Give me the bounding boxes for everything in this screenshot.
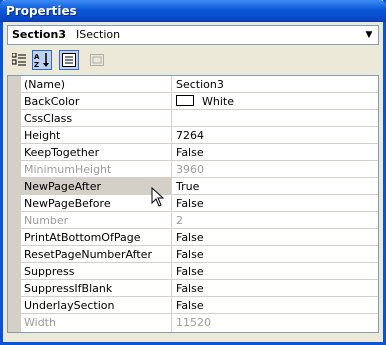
property-pages-button[interactable] <box>87 50 107 70</box>
property-value: 3960 <box>176 163 204 176</box>
properties-button[interactable] <box>59 50 79 70</box>
property-row-backcolor[interactable]: BackColor White <box>21 93 378 110</box>
property-row-height[interactable]: Height 7264 <box>21 127 378 144</box>
color-swatch <box>176 95 194 106</box>
property-value: 11520 <box>176 316 211 329</box>
property-value[interactable]: False <box>176 146 204 159</box>
toolbar: A Z <box>7 49 379 71</box>
property-row-number[interactable]: Number 2 <box>21 212 378 229</box>
title-bar: Properties <box>0 0 386 22</box>
property-name: Number <box>24 214 69 227</box>
property-name: ResetPageNumberAfter <box>24 248 152 261</box>
property-name: Height <box>24 129 61 142</box>
property-row-resetpagenumberafter[interactable]: ResetPageNumberAfter False <box>21 246 378 263</box>
alphabetical-sort-icon: A Z <box>34 53 49 68</box>
property-row-cssclass[interactable]: CssClass <box>21 110 378 127</box>
alphabetical-button[interactable]: A Z <box>32 50 52 70</box>
property-row-suppress[interactable]: Suppress False <box>21 263 378 280</box>
property-name: Suppress <box>24 265 75 278</box>
property-row-newpagebefore[interactable]: NewPageBefore False <box>21 195 378 212</box>
property-row-suppressifblank[interactable]: SuppressIfBlank False <box>21 280 378 297</box>
categorized-icon <box>12 53 26 66</box>
property-row-underlaysection[interactable]: UnderlaySection False <box>21 297 378 314</box>
property-value[interactable]: Section3 <box>176 78 224 91</box>
categorized-button[interactable] <box>9 50 29 70</box>
properties-window: Properties Section3 ISection ▼ A Z (Name… <box>0 0 386 345</box>
property-name: MinimumHeight <box>24 163 112 176</box>
property-name: UnderlaySection <box>24 299 115 312</box>
property-value: 2 <box>176 214 183 227</box>
properties-icon <box>62 53 76 67</box>
property-name: SuppressIfBlank <box>24 282 113 295</box>
property-value[interactable]: False <box>176 231 204 244</box>
property-name: PrintAtBottomOfPage <box>24 231 141 244</box>
grid-gutter <box>8 76 21 332</box>
property-row-minimumheight[interactable]: MinimumHeight 3960 <box>21 161 378 178</box>
property-row-printatbottomofpage[interactable]: PrintAtBottomOfPage False <box>21 229 378 246</box>
property-value[interactable]: False <box>176 197 204 210</box>
property-value[interactable]: White <box>202 95 234 108</box>
object-name: Section3 <box>12 28 66 41</box>
property-value[interactable]: 7264 <box>176 129 204 142</box>
window-title: Properties <box>6 4 77 18</box>
object-type: ISection <box>76 28 121 41</box>
property-name: NewPageBefore <box>24 197 111 210</box>
property-name: (Name) <box>24 78 66 91</box>
property-value[interactable]: False <box>176 282 204 295</box>
svg-text:A: A <box>34 53 40 61</box>
property-name: NewPageAfter <box>24 180 102 193</box>
property-row-width[interactable]: Width 11520 <box>21 314 378 331</box>
property-name: KeepTogether <box>24 146 100 159</box>
property-value[interactable]: False <box>176 299 204 312</box>
property-row-newpageafter[interactable]: NewPageAfter True <box>21 178 378 195</box>
mouse-pointer-icon <box>151 187 165 207</box>
property-row-name[interactable]: (Name) Section3 <box>21 76 378 93</box>
property-value[interactable]: True <box>176 180 199 193</box>
property-pages-icon <box>90 54 104 66</box>
property-grid: (Name) Section3 BackColor White CssClass… <box>7 75 379 333</box>
chevron-down-icon[interactable]: ▼ <box>361 27 377 43</box>
object-selector[interactable]: Section3 ISection ▼ <box>7 25 379 45</box>
property-name: Width <box>24 316 56 329</box>
property-value[interactable]: False <box>176 248 204 261</box>
property-value[interactable]: False <box>176 265 204 278</box>
property-row-keeptogether[interactable]: KeepTogether False <box>21 144 378 161</box>
property-name: CssClass <box>24 112 73 125</box>
property-name: BackColor <box>24 95 80 108</box>
svg-text:Z: Z <box>34 61 39 68</box>
